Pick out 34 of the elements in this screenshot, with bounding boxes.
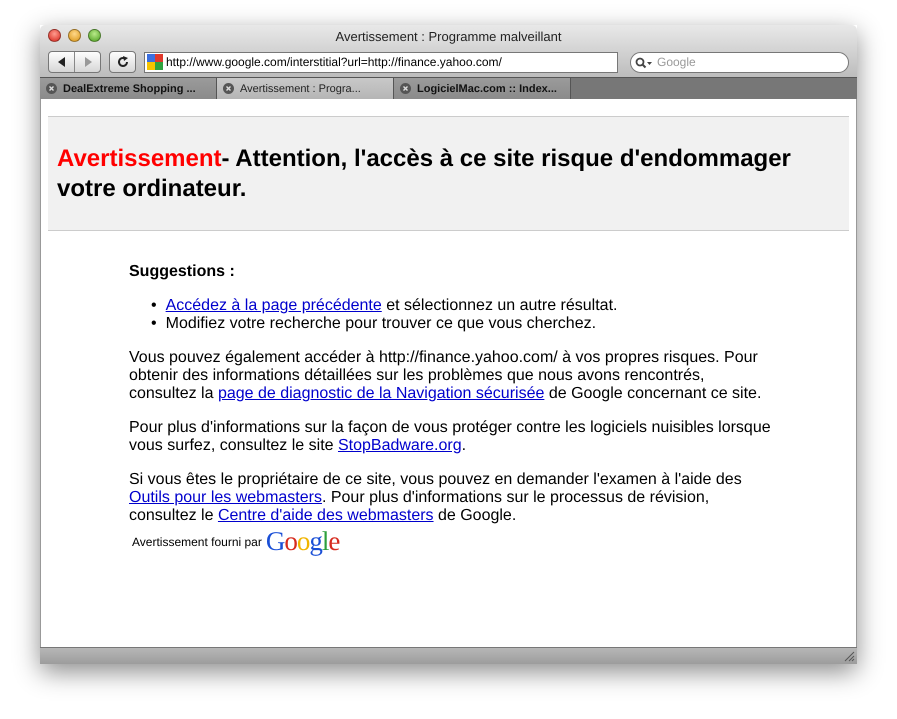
window-title: Avertissement : Programme malveillant [336, 28, 562, 44]
link[interactable]: page de diagnostic de la Navigation sécurisée [218, 385, 544, 402]
suggestions-title: Suggestions : [129, 263, 236, 281]
bullet: • [151, 315, 157, 333]
zoom-button[interactable] [88, 29, 101, 42]
link[interactable]: Outils pour les webmasters [129, 489, 322, 506]
minimize-button[interactable] [68, 29, 81, 42]
bullet: • [151, 297, 157, 315]
forward-arrow-icon [82, 57, 92, 67]
paragraph: Pour plus d'informations sur la façon de vous protéger contre les logiciels nuisibles lorsque vous surfez, consultez le site StopBadware.org. [129, 419, 772, 455]
back-arrow-icon [56, 57, 66, 67]
tab[interactable]: DealExtreme Shopping ... [40, 78, 217, 99]
suggestion-item: Modifiez votre recherche pour trouver ce que vous cherchez. [166, 315, 596, 333]
address-field[interactable]: http://www.google.com/interstitial?url=http://finance.yahoo.com/ [144, 52, 618, 72]
tab[interactable]: Avertissement : Progra... [217, 78, 394, 99]
resize-grip-icon[interactable] [844, 651, 855, 662]
reload-icon [116, 56, 128, 68]
search-icon [635, 56, 653, 68]
close-button[interactable] [48, 29, 61, 42]
link[interactable]: StopBadware.org [338, 437, 462, 454]
close-icon[interactable] [223, 83, 234, 94]
link[interactable]: Centre d'aide des webmasters [218, 507, 434, 524]
suggestion-item: Accédez à la page précédente et sélectionnez un autre résultat. [166, 297, 618, 315]
warning-heading: Avertissement- Attention, l'accès à ce site risque d'endommager votre ordinateur. [57, 144, 792, 204]
provided-by-text: Avertissement fourni par [132, 534, 262, 551]
link[interactable]: Accédez à la page précédente [166, 297, 382, 314]
google-logo: Google [266, 527, 340, 555]
favicon-icon [147, 54, 163, 70]
close-icon[interactable] [46, 83, 57, 94]
paragraph: Vous pouvez également accéder à http://finance.yahoo.com/ à vos propres risques. Pour obtenir des informations détaillées sur les problèmes que nous avons rencontrés, consultez la page de diagnostic de la Navigation sécurisée de Google concernant ce site. [129, 349, 762, 403]
paragraph: Si vous êtes le propriétaire de ce site, vous pouvez en demander l'examen à l'aide des Outils pour les webmasters. Pour plus d'informations sur le processus de révision, consultez le Centre d'aide des webmasters de Google. [129, 471, 743, 525]
close-icon[interactable] [400, 83, 411, 94]
tab[interactable]: LogicielMac.com :: Index... [394, 78, 571, 99]
search-field[interactable]: Google [630, 52, 849, 72]
